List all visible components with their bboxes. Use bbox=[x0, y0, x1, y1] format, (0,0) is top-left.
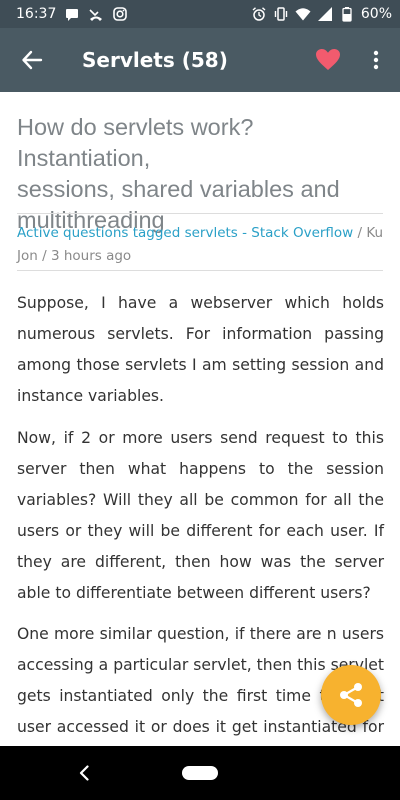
share-icon bbox=[340, 683, 362, 707]
instagram-icon bbox=[112, 6, 128, 22]
status-bar: 16:37 60% bbox=[0, 0, 400, 28]
post-time: 3 hours ago bbox=[50, 248, 132, 264]
article-title[interactable]: How do servlets work? Instantiation, ses… bbox=[17, 112, 385, 236]
heart-icon bbox=[316, 49, 340, 70]
nav-home-pill[interactable] bbox=[182, 766, 218, 780]
article-title-line: How do servlets work? Instantiation, bbox=[17, 114, 254, 171]
back-button[interactable] bbox=[0, 28, 64, 92]
arrow-left-icon bbox=[22, 50, 43, 70]
article-paragraph: Now, if 2 or more users send request to … bbox=[17, 429, 384, 602]
page-title: Servlets (58) bbox=[82, 48, 228, 72]
alarm-icon bbox=[251, 6, 267, 22]
signal-icon bbox=[317, 6, 333, 22]
article-content: How do servlets work? Instantiation, ses… bbox=[0, 92, 400, 742]
meta-separator: / bbox=[37, 248, 51, 264]
wifi-icon bbox=[295, 6, 311, 22]
battery-icon bbox=[339, 6, 355, 22]
system-nav-bar bbox=[0, 746, 400, 800]
source-link[interactable]: Active questions tagged servlets - Stack… bbox=[17, 225, 353, 241]
more-vert-icon bbox=[373, 50, 379, 70]
favorite-button[interactable] bbox=[312, 44, 344, 76]
vibrate-icon bbox=[273, 6, 289, 22]
missed-call-icon bbox=[88, 6, 104, 22]
divider bbox=[17, 213, 383, 214]
app-bar: Servlets (58) bbox=[0, 28, 400, 92]
meta-separator: / bbox=[353, 225, 367, 241]
status-time: 16:37 bbox=[16, 6, 57, 22]
article-meta: Active questions tagged servlets - Stack… bbox=[17, 222, 387, 268]
divider bbox=[17, 270, 383, 271]
battery-percent: 60% bbox=[360, 6, 392, 22]
message-icon bbox=[64, 6, 80, 22]
article-paragraph: Suppose, I have a webserver which holds … bbox=[17, 294, 384, 405]
article-title-line: sessions, shared variables and bbox=[17, 176, 340, 202]
share-button[interactable] bbox=[321, 665, 381, 725]
more-options-button[interactable] bbox=[360, 44, 392, 76]
nav-back-button[interactable] bbox=[74, 761, 94, 785]
nav-back-icon bbox=[79, 765, 89, 781]
